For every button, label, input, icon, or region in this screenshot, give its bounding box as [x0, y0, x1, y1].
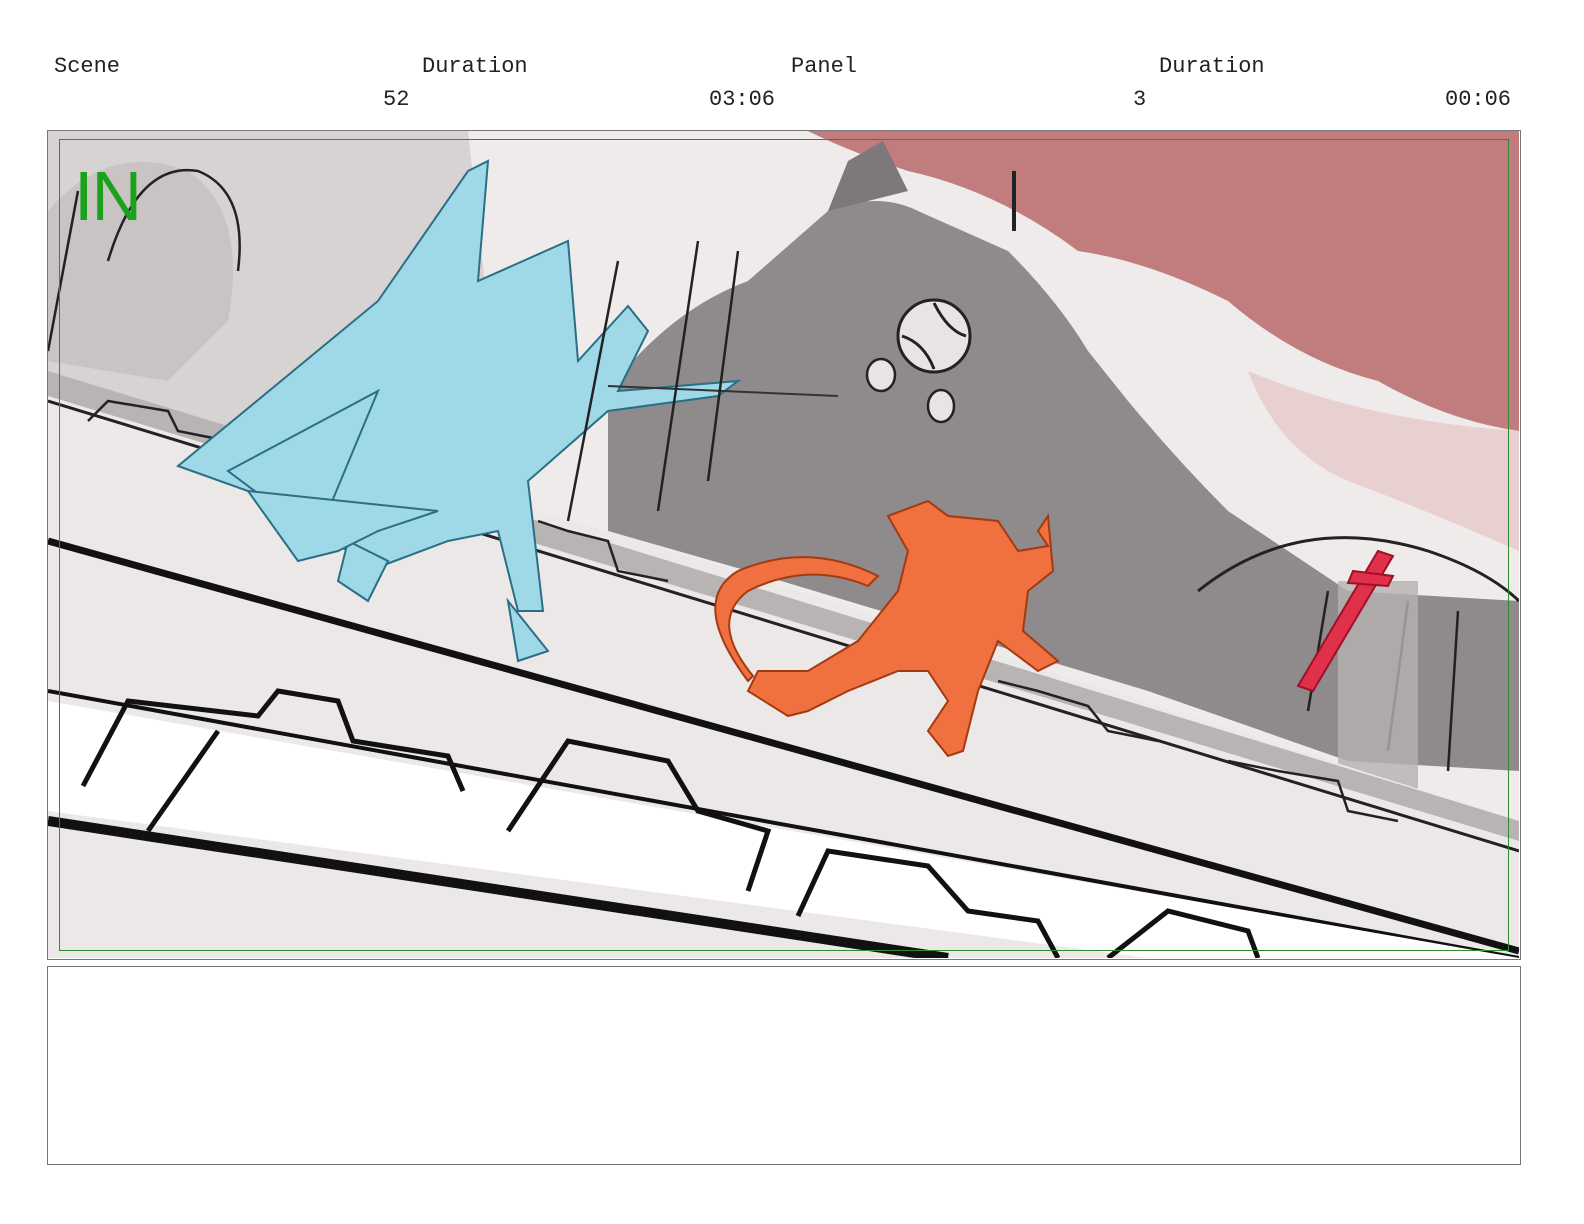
- panel-duration-value: 00:06: [1445, 87, 1512, 112]
- scene-number: 52: [383, 87, 410, 112]
- notes-box[interactable]: [47, 966, 1521, 1165]
- panel-duration-label: Duration: [1159, 54, 1265, 79]
- panel-artwork: [48, 131, 1519, 958]
- panel-number: 3: [1133, 87, 1147, 112]
- panel-label: Panel: [791, 54, 858, 79]
- scene-label: Scene: [54, 54, 121, 79]
- scene-duration-value: 03:06: [709, 87, 776, 112]
- scene-duration-label: Duration: [422, 54, 528, 79]
- transition-in-marker: IN: [74, 157, 142, 235]
- storyboard-panel: IN: [47, 130, 1521, 960]
